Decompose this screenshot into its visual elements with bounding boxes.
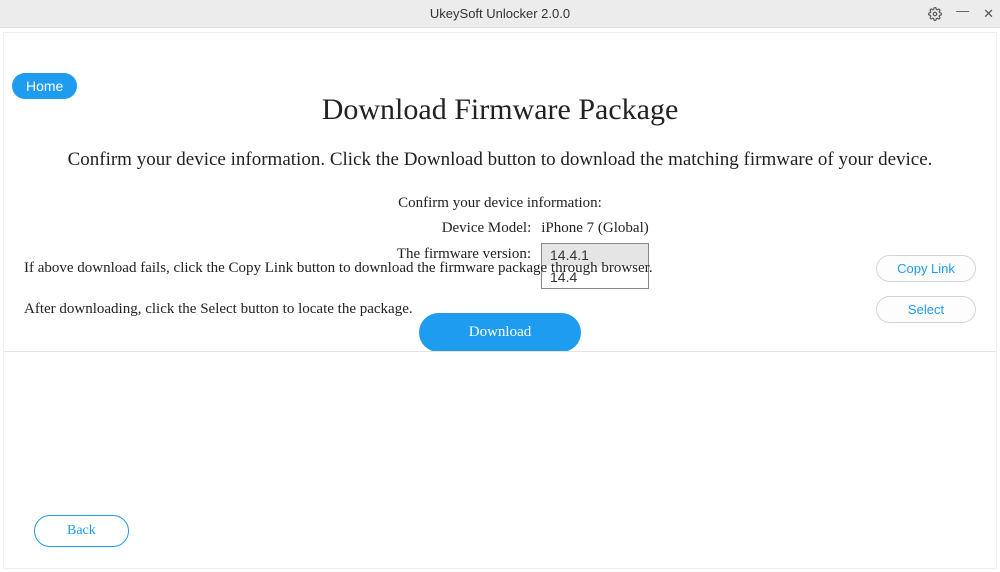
fallback-copy-text: If above download fails, click the Copy … bbox=[24, 260, 653, 277]
device-model-row: Device Model: iPhone 7 (Global) bbox=[351, 220, 648, 237]
page-title: Download Firmware Package bbox=[322, 93, 679, 127]
confirm-info-label: Confirm your device information: bbox=[398, 195, 602, 212]
content-area: Download Firmware Package Confirm your d… bbox=[4, 33, 996, 352]
copy-link-button[interactable]: Copy Link bbox=[876, 255, 976, 282]
fallback-select-text: After downloading, click the Select butt… bbox=[24, 301, 413, 318]
footer: Back bbox=[4, 494, 996, 568]
close-icon[interactable]: ✕ bbox=[983, 6, 994, 22]
fallback-copy-row: If above download fails, click the Copy … bbox=[24, 255, 976, 282]
main-panel: Home Download Firmware Package Confirm y… bbox=[3, 32, 997, 569]
fallback-section: If above download fails, click the Copy … bbox=[4, 255, 996, 352]
page-subtitle: Confirm your device information. Click t… bbox=[68, 149, 933, 171]
window-controls: — ✕ bbox=[928, 0, 994, 27]
fallback-select-row: After downloading, click the Select butt… bbox=[24, 296, 976, 323]
device-model-value: iPhone 7 (Global) bbox=[541, 220, 648, 237]
back-button[interactable]: Back bbox=[34, 515, 129, 547]
select-button[interactable]: Select bbox=[876, 296, 976, 323]
window-title: UkeySoft Unlocker 2.0.0 bbox=[430, 6, 570, 21]
device-model-label: Device Model: bbox=[351, 220, 531, 237]
titlebar: UkeySoft Unlocker 2.0.0 — ✕ bbox=[0, 0, 1000, 28]
settings-icon[interactable] bbox=[928, 7, 942, 21]
